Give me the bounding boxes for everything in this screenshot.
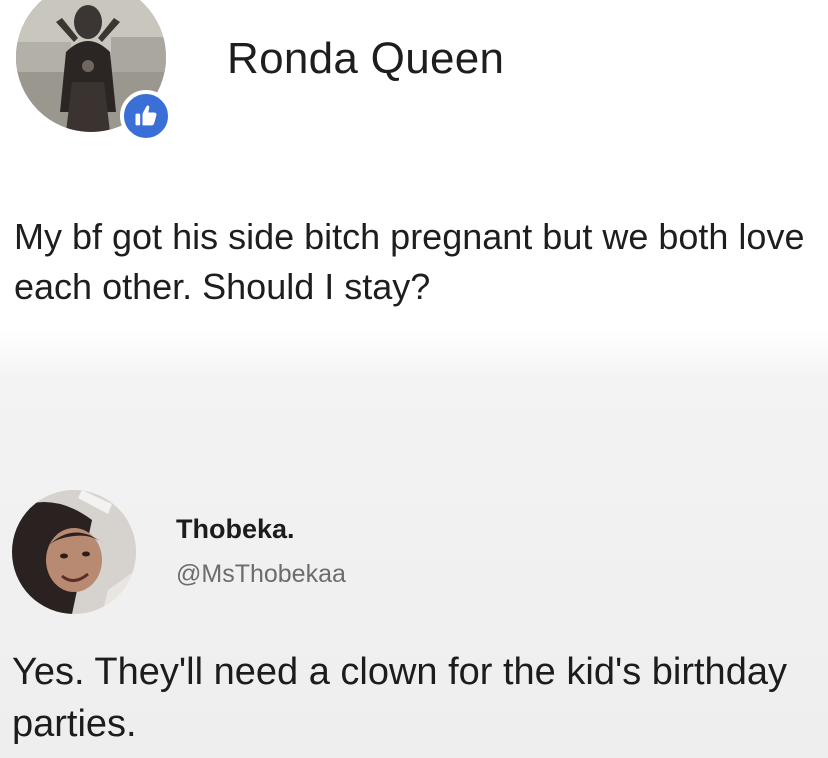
tweet-avatar-photo (12, 490, 136, 614)
tweet-reply: Thobeka. @MsThobekaa Yes. They'll need a… (0, 470, 828, 758)
like-badge (120, 90, 172, 142)
post-body-text: My bf got his side bitch pregnant but we… (14, 216, 805, 307)
tweet-author-avatar[interactable] (12, 490, 136, 614)
like-thumbs-up-icon (135, 105, 157, 126)
tweet-body-text: Yes. They'll need a clown for the kid's … (12, 651, 787, 745)
tweet-handle[interactable]: @MsThobekaa (176, 560, 346, 589)
tweet-display-name[interactable]: Thobeka. (176, 514, 295, 545)
profile-avatar-container[interactable] (16, 0, 172, 152)
facebook-post: Ronda Queen My bf got his side bitch pre… (0, 0, 828, 340)
post-author-name[interactable]: Ronda Queen (227, 34, 504, 84)
